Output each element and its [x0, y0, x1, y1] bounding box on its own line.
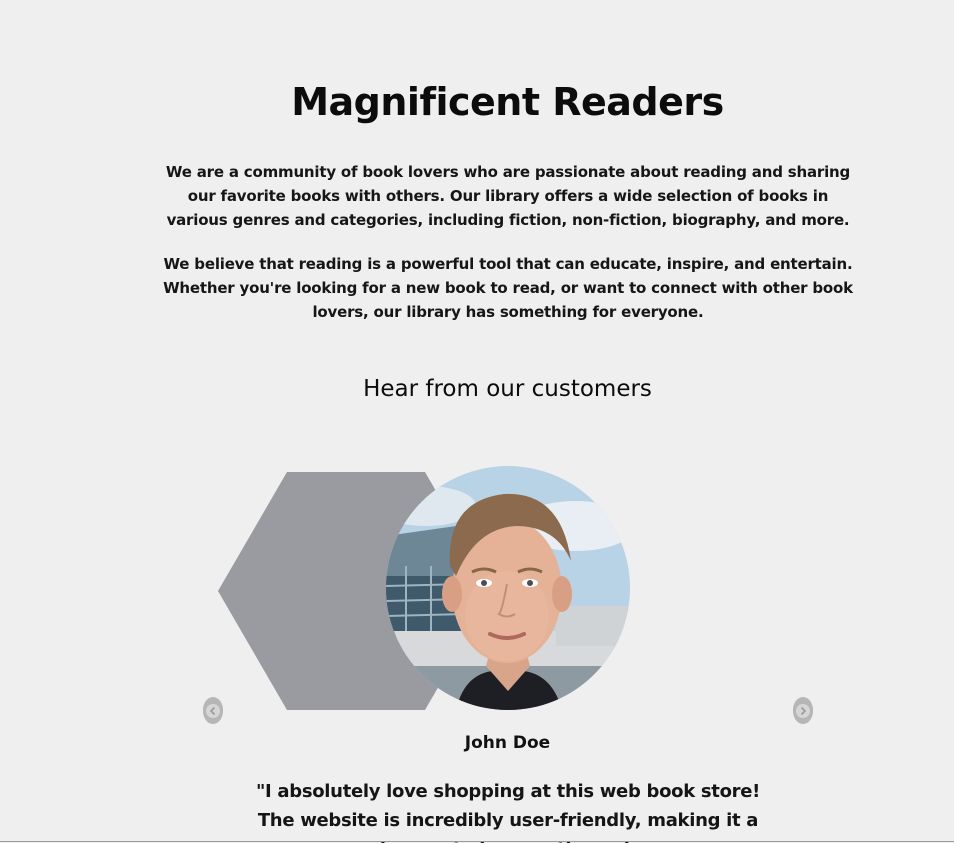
prev-testimonial-button[interactable] [203, 697, 223, 724]
testimonial-quote: "I absolutely love shopping at this web … [255, 781, 761, 843]
testimonial-author-name: John Doe [464, 733, 551, 753]
chevron-left-icon [206, 703, 220, 718]
chevron-right-icon [796, 703, 810, 718]
customer-avatar [386, 466, 630, 710]
next-testimonial-button[interactable] [793, 697, 813, 724]
testimonials-heading: Hear from our customers [363, 376, 652, 402]
intro-paragraph-1: We are a community of book lovers who ar… [165, 163, 851, 229]
intro-paragraph-2: We believe that reading is a powerful to… [163, 255, 853, 321]
divider [0, 841, 954, 842]
page-title: Magnificent Readers [291, 80, 724, 124]
page: Magnificent Readers We are a community o… [0, 0, 954, 843]
